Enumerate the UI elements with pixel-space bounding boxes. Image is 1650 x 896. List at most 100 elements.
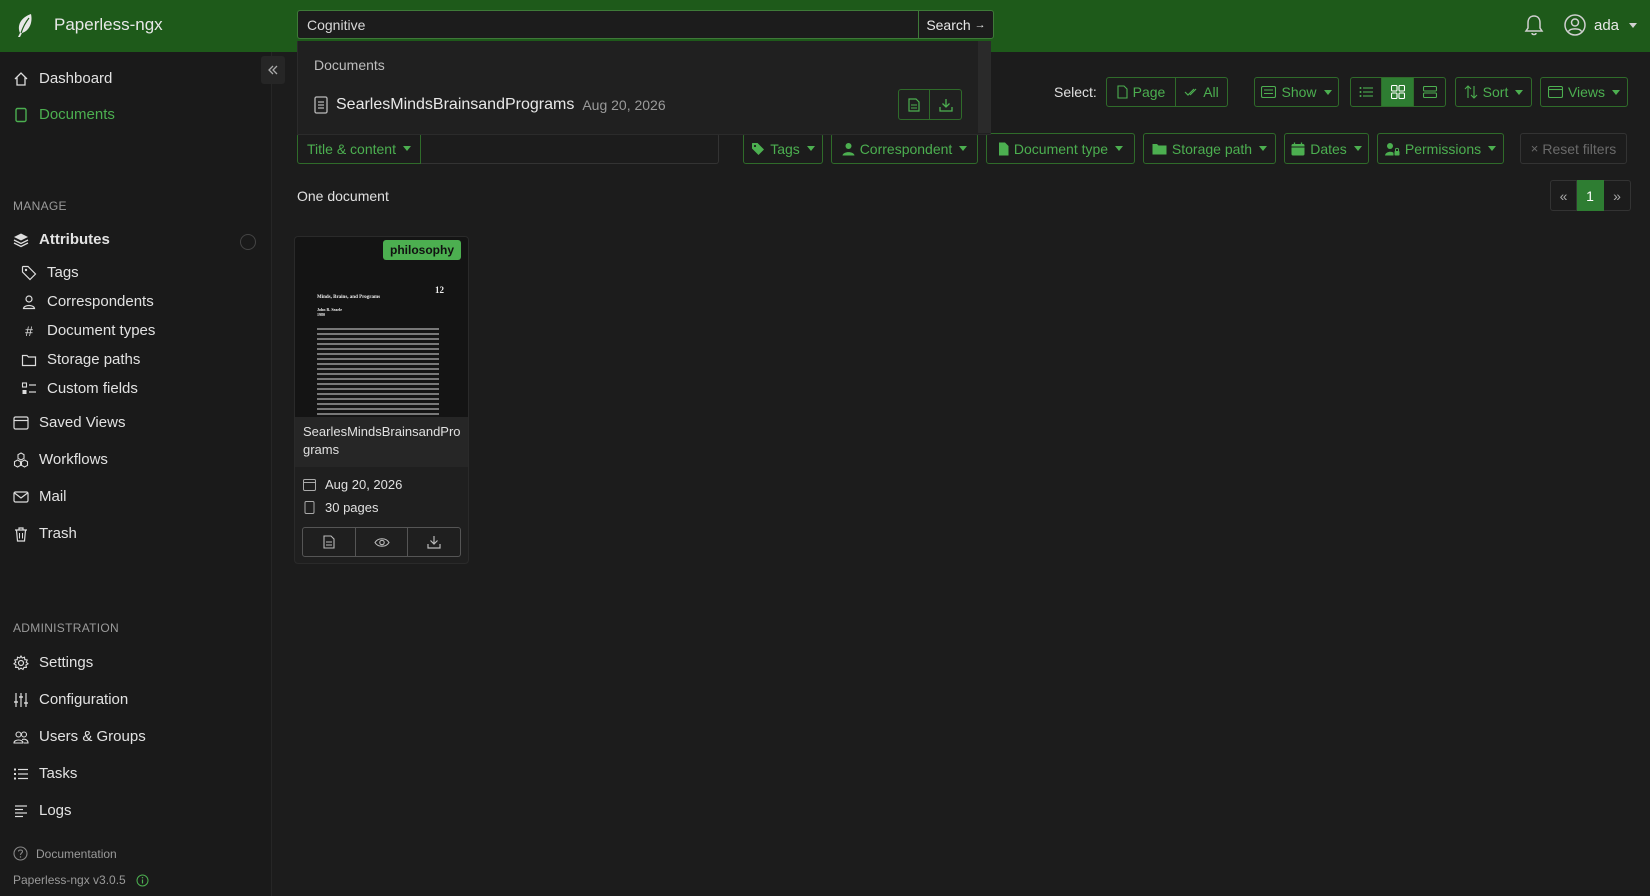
text-filter-input[interactable]	[421, 133, 719, 164]
sidebar-item-tasks[interactable]: Tasks	[13, 765, 77, 782]
sidebar-item-saved-views[interactable]: Saved Views	[13, 414, 125, 431]
sidebar-item-label: Mail	[39, 488, 67, 505]
pagination-previous[interactable]: «	[1550, 180, 1577, 211]
sidebar-item-correspondents[interactable]: Correspondents	[21, 293, 154, 310]
open-details-button[interactable]	[302, 527, 356, 557]
sidebar-item-mail[interactable]: Mail	[13, 488, 67, 505]
document-thumbnail[interactable]: 12 Minds, Brains, and Programs John R. S…	[295, 237, 468, 417]
select-label: Select:	[1054, 84, 1097, 100]
document-date: Aug 20, 2026	[303, 477, 402, 492]
pagination: « 1 »	[1550, 180, 1631, 211]
sidebar-item-label: Document types	[47, 322, 156, 339]
sidebar-item-label: Tasks	[39, 765, 78, 782]
dates-filter-button[interactable]: Dates	[1284, 133, 1369, 164]
permissions-filter-label: Permissions	[1404, 140, 1482, 157]
layers-icon	[13, 233, 29, 247]
sidebar-item-users-groups[interactable]: Users & Groups	[13, 728, 146, 745]
dropdown-scrollbar[interactable]	[978, 41, 990, 133]
user-name: ada	[1594, 16, 1620, 34]
caret-down-icon	[1515, 89, 1524, 95]
sidebar-item-settings[interactable]: Settings	[13, 654, 93, 671]
sidebar-item-label: Attributes	[39, 231, 110, 248]
sidebar-item-document-types[interactable]: # Document types	[21, 322, 155, 339]
sidebar-item-configuration[interactable]: Configuration	[13, 691, 128, 708]
document-type-filter-button[interactable]: Document type	[986, 133, 1135, 164]
display-large-cards-button[interactable]	[1414, 77, 1446, 107]
hdd-stack-icon	[1422, 86, 1437, 98]
brand[interactable]: Paperless-ngx	[14, 12, 163, 38]
caret-down-icon	[402, 146, 411, 151]
sidebar-item-attributes[interactable]: Attributes	[13, 231, 110, 248]
storage-path-filter-button[interactable]: Storage path	[1143, 133, 1276, 164]
search-result-item[interactable]: SearlesMindsBrainsandPrograms Aug 20, 20…	[314, 96, 666, 114]
text-filter-type-dropdown[interactable]: Title & content	[297, 133, 421, 164]
select-page-button[interactable]: Page	[1106, 77, 1176, 107]
caret-down-icon	[1612, 89, 1621, 95]
display-small-cards-button[interactable]	[1382, 77, 1414, 107]
pagination-next[interactable]: »	[1604, 180, 1631, 211]
sliders-icon	[14, 692, 28, 707]
gear-icon	[13, 654, 29, 670]
sidebar-item-label: Workflows	[39, 451, 108, 468]
attributes-toggle[interactable]	[240, 234, 256, 250]
caret-down-icon	[806, 146, 815, 151]
open-document-button[interactable]	[898, 89, 930, 120]
search-input[interactable]	[297, 10, 918, 39]
select-button-group: Page All	[1106, 77, 1228, 107]
user-menu[interactable]: ada	[1564, 14, 1638, 36]
document-pages-label: 30 pages	[325, 500, 379, 515]
folder-fill-icon	[1152, 143, 1167, 154]
select-all-button[interactable]: All	[1176, 77, 1228, 107]
grid-icon	[1390, 85, 1405, 99]
collapse-sidebar-button[interactable]	[261, 56, 285, 84]
sidebar-item-custom-fields[interactable]: Custom fields	[21, 380, 138, 397]
views-dropdown-button[interactable]: Views	[1540, 77, 1628, 107]
sidebar-item-trash[interactable]: Trash	[13, 525, 77, 542]
file-text-icon	[908, 97, 920, 112]
download-button[interactable]	[930, 89, 962, 120]
document-type-filter-label: Document type	[1013, 140, 1109, 157]
display-table-button[interactable]	[1350, 77, 1382, 107]
search-button[interactable]: Search →	[918, 10, 994, 39]
manage-heading: MANAGE	[13, 199, 67, 213]
sidebar-item-workflows[interactable]: Workflows	[13, 451, 108, 468]
sidebar-item-label: Trash	[39, 525, 77, 542]
bell-icon[interactable]	[1524, 14, 1544, 36]
correspondent-filter-button[interactable]: Correspondent	[831, 133, 978, 164]
download-button[interactable]	[408, 527, 462, 557]
pagination-page[interactable]: 1	[1577, 180, 1604, 211]
sidebar-item-storage-paths[interactable]: Storage paths	[21, 351, 140, 368]
tags-filter-label: Tags	[770, 140, 800, 157]
caret-down-icon	[1353, 146, 1362, 151]
chevron-down-icon	[1629, 22, 1638, 28]
documentation-link[interactable]: Documentation	[13, 846, 117, 861]
sidebar-item-tags[interactable]: Tags	[21, 264, 79, 281]
window-icon	[13, 415, 29, 430]
preview-button[interactable]	[355, 527, 409, 557]
views-label: Views	[1567, 84, 1606, 100]
tag-badge[interactable]: philosophy	[383, 240, 461, 260]
thumbnail-body-text	[317, 328, 439, 415]
correspondent-filter-label: Correspondent	[859, 140, 953, 157]
calendar-fill-icon	[1291, 142, 1305, 155]
show-dropdown-button[interactable]: Show	[1254, 77, 1339, 107]
thumbnail-year: 1980	[317, 312, 325, 317]
sidebar-item-dashboard[interactable]: Dashboard	[13, 70, 112, 87]
caret-down-icon	[1488, 146, 1497, 151]
permissions-filter-button[interactable]: Permissions	[1377, 133, 1504, 164]
tags-filter-button[interactable]: Tags	[743, 133, 823, 164]
sidebar-item-logs[interactable]: Logs	[13, 802, 72, 819]
tag-icon	[752, 142, 765, 155]
select-all-label: All	[1203, 84, 1219, 100]
document-card[interactable]: 12 Minds, Brains, and Programs John R. S…	[294, 236, 469, 564]
text-filter: Title & content	[297, 133, 719, 164]
sidebar-item-documents[interactable]: Documents	[13, 106, 115, 123]
version-info: Paperless-ngx v3.0.5	[13, 873, 149, 887]
eye-icon	[373, 537, 390, 547]
show-label: Show	[1281, 84, 1317, 100]
download-icon	[427, 536, 441, 549]
sort-dropdown-button[interactable]: Sort	[1455, 77, 1532, 107]
search-result-title: SearlesMindsBrainsandPrograms	[336, 96, 575, 113]
reset-filters-button[interactable]: × Reset filters	[1520, 133, 1627, 164]
info-circle-icon[interactable]	[136, 874, 149, 887]
